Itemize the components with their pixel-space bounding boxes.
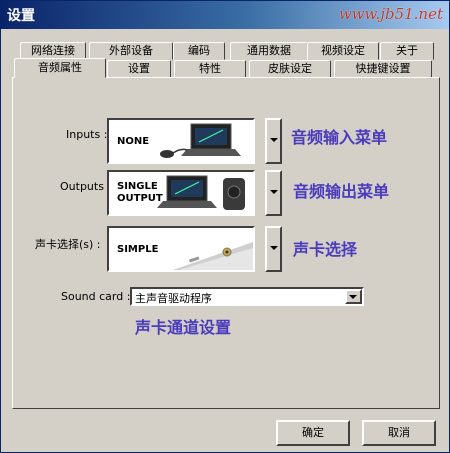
soundcard-dropdown-button[interactable]	[265, 226, 282, 272]
laptop-with-speaker-icon	[157, 175, 245, 210]
laptop-audio-jack-icon	[173, 242, 253, 270]
soundcard-image-selector[interactable]: SIMPLE	[107, 226, 255, 272]
outputs-label: Outputs :	[60, 180, 112, 193]
outputs-annotation: 音频输出菜单	[293, 182, 390, 201]
tab-about[interactable]: 关于	[380, 42, 434, 60]
tab-settings[interactable]: 设置	[107, 60, 171, 78]
chevron-down-icon	[270, 190, 278, 194]
outputs-image-selector[interactable]: SINGLE OUTPUT	[107, 170, 255, 216]
tab-video-settings[interactable]: 视频设定	[307, 42, 379, 60]
soundcard-select-label: 声卡选择(s) :	[35, 238, 101, 251]
outputs-dropdown-button[interactable]	[265, 170, 282, 216]
inputs-annotation: 音频输入菜单	[291, 128, 388, 147]
sound-card-annotation: 声卡通道设置	[135, 318, 232, 337]
inputs-label: Inputs :	[66, 128, 108, 141]
cancel-button[interactable]: 取消	[362, 420, 436, 446]
sound-card-value: 主声音驱动程序	[135, 292, 212, 305]
soundcard-annotation: 声卡选择	[293, 240, 358, 259]
title-bar[interactable]: 设置 www.jb51.net	[1, 1, 449, 29]
tab-encoding[interactable]: 编码	[173, 42, 225, 60]
chevron-down-icon	[270, 138, 278, 142]
tab-audio-properties[interactable]: 音频属性	[14, 58, 106, 78]
tab-shortcut-settings[interactable]: 快捷键设置	[334, 60, 432, 78]
tab-general-data[interactable]: 通用数据	[230, 42, 308, 60]
settings-dialog: 设置 www.jb51.net 网络连接 外部设备 编码 通用数据 视频设定 关…	[0, 0, 450, 453]
window-title: 设置	[7, 8, 35, 24]
tab-features[interactable]: 特性	[174, 60, 246, 78]
inputs-image-selector[interactable]: NONE	[107, 118, 255, 164]
sound-card-combobox[interactable]: 主声音驱动程序	[130, 287, 364, 306]
inputs-dropdown-button[interactable]	[265, 118, 282, 164]
chevron-down-icon	[270, 246, 278, 250]
sound-card-label: Sound card :	[61, 290, 131, 303]
tab-skin-settings[interactable]: 皮肤设定	[249, 60, 331, 78]
audio-properties-panel: Inputs : NONE 音频输入菜单 Outputs : SINGLE OU…	[12, 77, 440, 409]
laptop-with-mouse-icon	[160, 123, 241, 158]
sound-card-dropdown-button[interactable]	[345, 289, 362, 304]
watermark: www.jb51.net	[338, 5, 443, 23]
chevron-down-icon	[349, 295, 357, 299]
ok-button[interactable]: 确定	[276, 420, 350, 446]
